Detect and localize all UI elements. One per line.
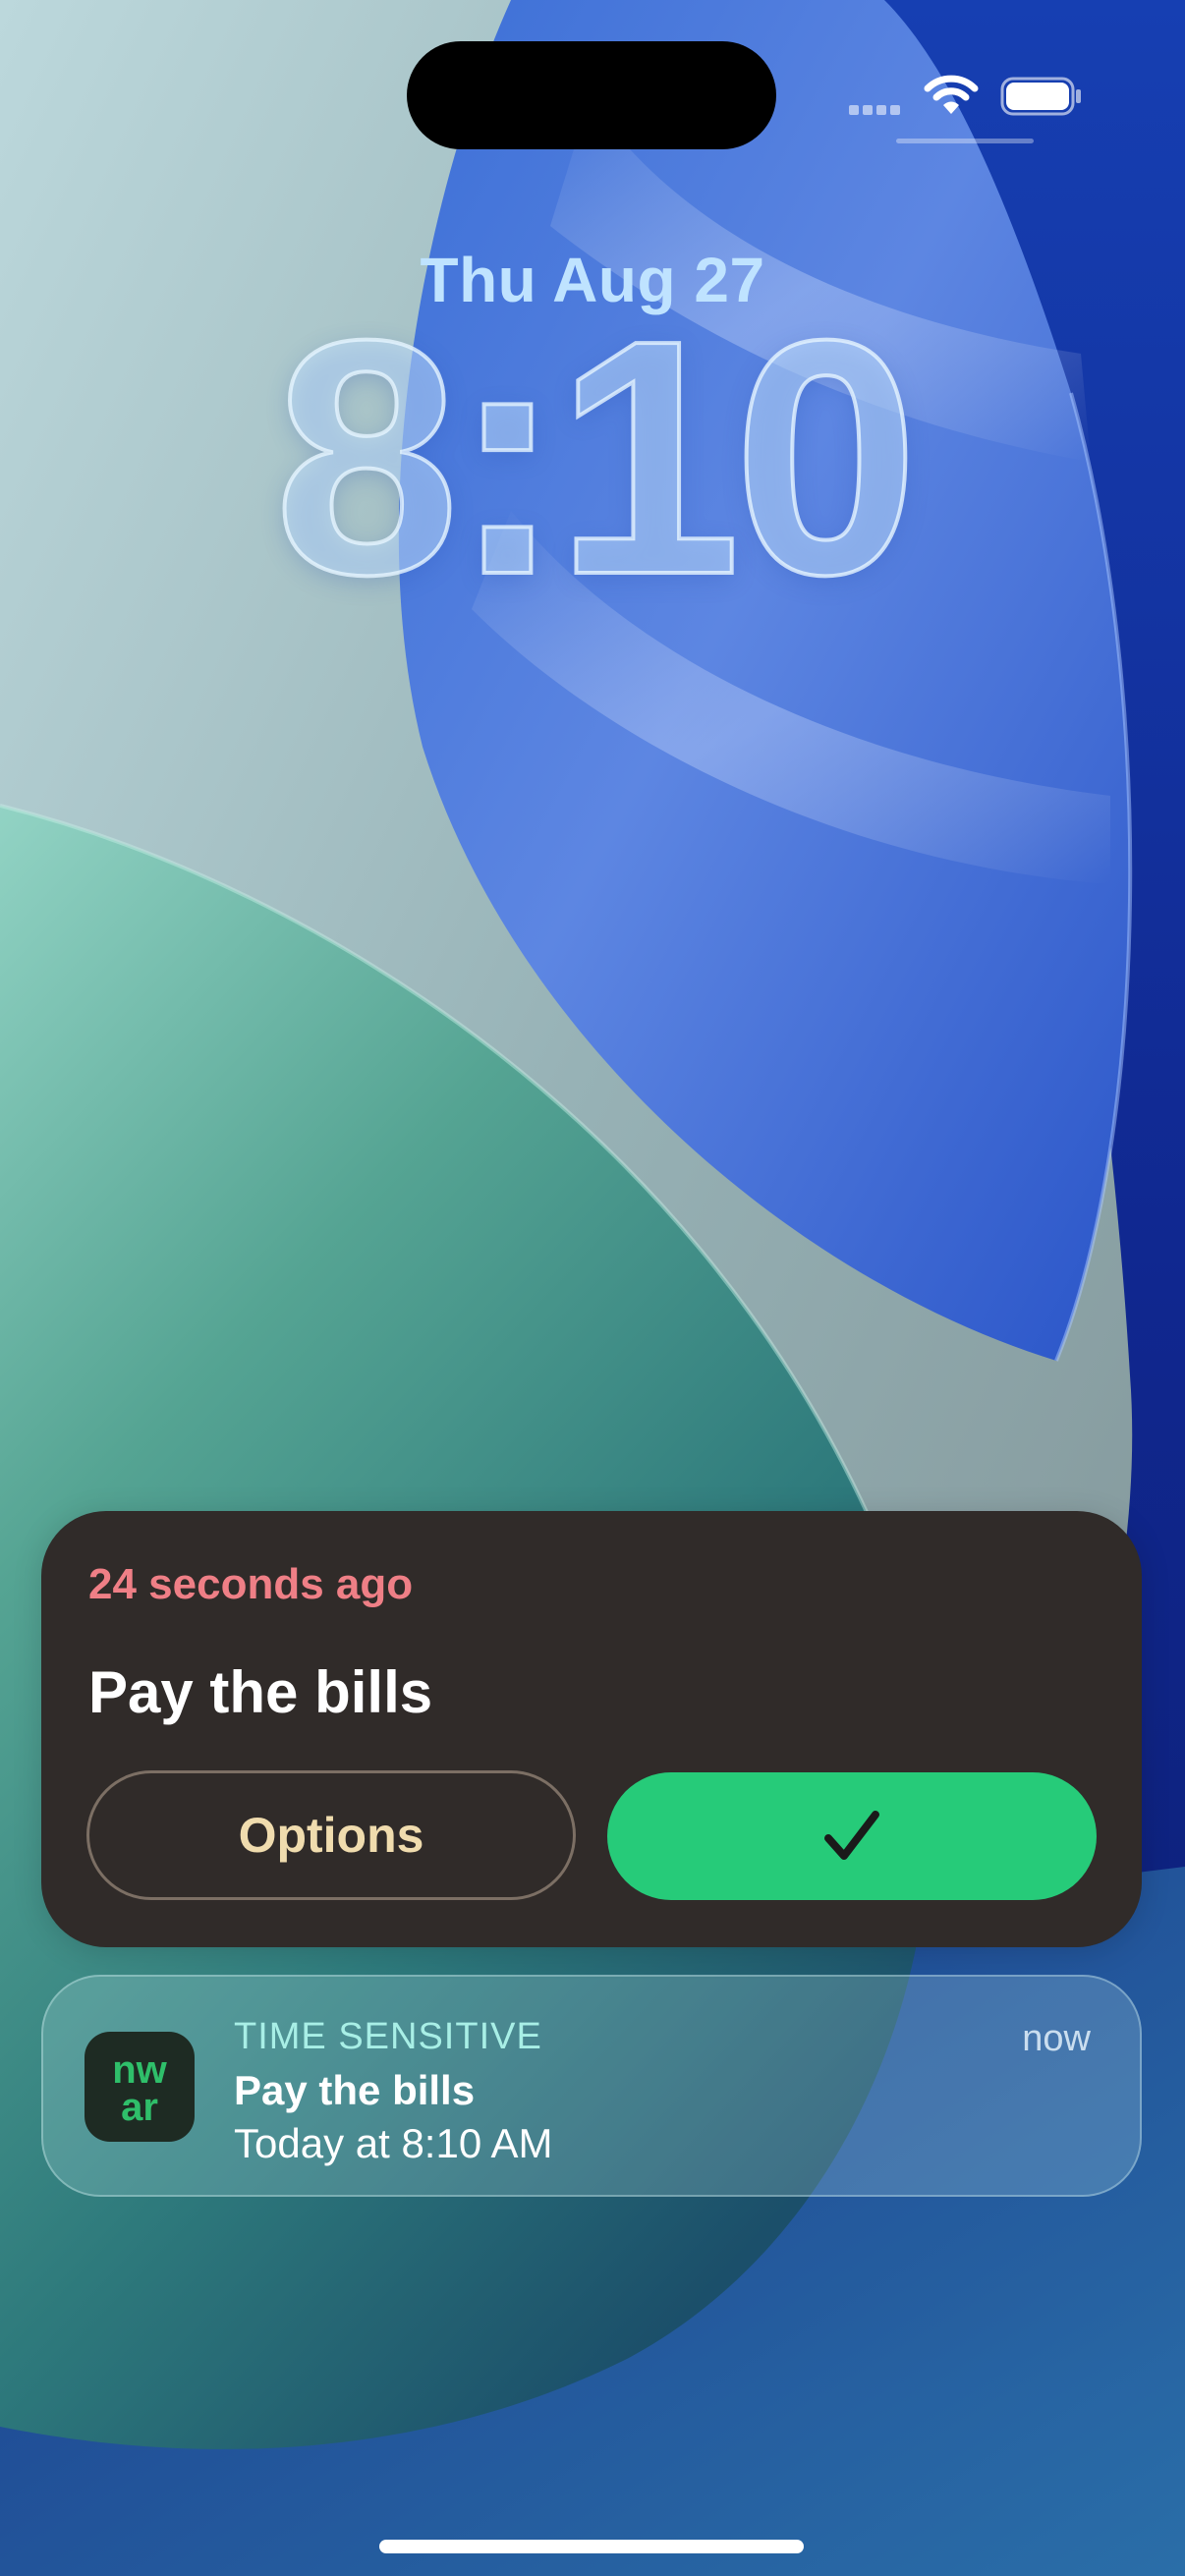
options-button[interactable]: Options — [86, 1770, 576, 1900]
reminder-title: Pay the bills — [88, 1659, 433, 1725]
notification-title: Pay the bills — [234, 2067, 476, 2113]
notification-body: Today at 8:10 AM — [234, 2120, 553, 2166]
time-sensitive-label: TIME SENSITIVE — [234, 2016, 542, 2057]
status-indicator-bar — [896, 139, 1034, 143]
home-indicator[interactable] — [379, 2540, 804, 2553]
complete-button[interactable] — [607, 1772, 1097, 1900]
app-icon: nw ar — [85, 2032, 195, 2142]
svg-text:ar: ar — [121, 2086, 158, 2129]
app-logo-icon: nw ar — [112, 2048, 167, 2129]
live-activity-card[interactable]: 24 seconds ago Pay the bills Options — [41, 1511, 1142, 1947]
notification-card[interactable]: nw ar TIME SENSITIVE Pay the bills Today… — [41, 1975, 1142, 2197]
lock-screen-time: 8:10 — [272, 271, 922, 644]
dynamic-island — [407, 41, 776, 149]
wifi-icon — [924, 75, 979, 114]
checkmark-icon — [824, 1811, 879, 1860]
notification-time: now — [1022, 2018, 1091, 2059]
no-signal-dots-icon — [849, 102, 908, 116]
battery-full-icon — [1000, 77, 1081, 116]
elapsed-time-label: 24 seconds ago — [88, 1560, 414, 1608]
